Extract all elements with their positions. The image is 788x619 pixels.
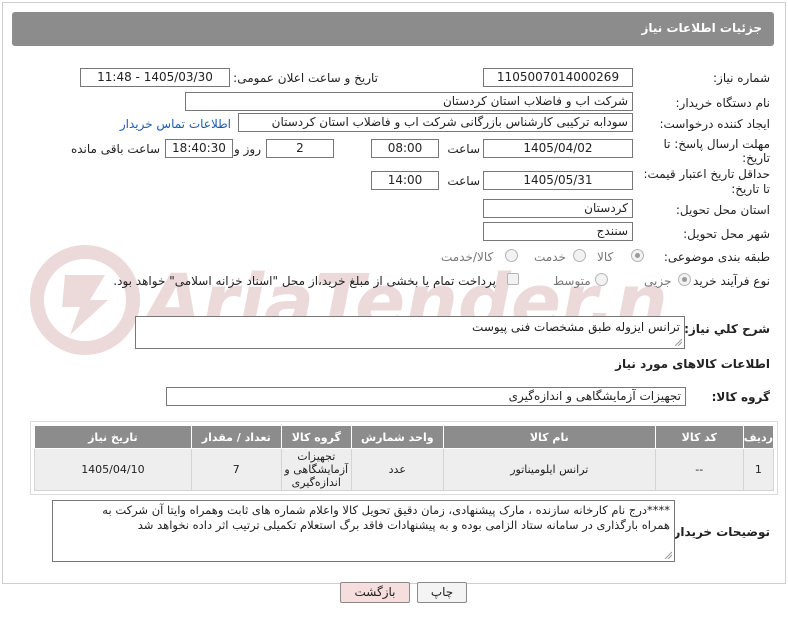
delivery-city-label: شهر محل تحویل:: [683, 227, 770, 241]
table-row[interactable]: 1 -- ترانس ایلومیناتور عدد تجهیزات آزمای…: [34, 448, 775, 491]
buyer-org-label: نام دستگاه خریدار:: [675, 96, 771, 110]
goods-table-header: ردیف کد کالا نام کالا واحد شمارش گروه کا…: [34, 425, 775, 449]
cell-name: ترانس ایلومیناتور: [442, 448, 656, 491]
delivery-city-field: سنندج: [483, 222, 633, 241]
panel-title: جزئیات اطلاعات نیاز: [641, 21, 762, 35]
back-button[interactable]: بازگشت: [340, 582, 410, 603]
col-unit: واحد شمارش: [350, 425, 444, 449]
buyer-contact-link[interactable]: اطلاعات تماس خریدار: [120, 117, 231, 131]
col-date: تاریخ نیاز: [34, 425, 192, 449]
cell-code: --: [654, 448, 744, 491]
reply-deadline-date: 1405/04/02: [483, 139, 633, 158]
delivery-province-label: استان محل تحویل:: [675, 203, 770, 217]
buyer-notes-field: ****درج نام کارخانه سازنده ، مارک پیشنها…: [52, 500, 675, 562]
treasury-payment-note: پرداخت تمام یا بخشی از مبلغ خرید،از محل …: [113, 274, 496, 288]
col-name: نام کالا: [442, 425, 656, 449]
reply-time-label: ساعت: [447, 142, 480, 156]
goods-group-field: تجهیزات آزمایشگاهی و اندازه‌گیری: [166, 387, 686, 406]
cell-row: 1: [742, 448, 775, 491]
cell-group: تجهیزات آزمایشگاهی و اندازه‌گیری: [280, 448, 352, 491]
price-validity-date: 1405/05/31: [483, 171, 633, 190]
purchase-type-label: نوع فرآیند خرید :: [685, 274, 770, 288]
remaining-time-field: 18:40:30: [165, 139, 233, 158]
col-qty: تعداد / مقدار: [190, 425, 282, 449]
cell-group-line2: آزمایشگاهی و: [284, 463, 349, 476]
price-time-label: ساعت: [447, 174, 480, 188]
reply-days-field: 2: [266, 139, 334, 158]
need-number-field: 1105007014000269: [483, 68, 633, 87]
need-number-label: شماره نیاز:: [713, 71, 770, 85]
general-desc-label: شرح کلي نياز:: [684, 322, 770, 336]
purchase-small-label: جزیی: [644, 274, 672, 288]
category-label: طبقه بندی موضوعی:: [663, 250, 770, 264]
cell-unit: عدد: [350, 448, 444, 491]
category-service-radio[interactable]: [573, 249, 586, 262]
requester-label: ایجاد کننده درخواست:: [659, 117, 770, 131]
category-goods-service-label: کالا/خدمت: [441, 250, 494, 264]
announce-datetime-field: 1405/03/30 - 11:48: [80, 68, 230, 87]
category-goods-radio[interactable]: [631, 249, 644, 262]
resize-handle-icon[interactable]: [664, 551, 672, 559]
col-code: کد کالا: [654, 425, 744, 449]
buyer-notes-line1: ****درج نام کارخانه سازنده ، مارک پیشنها…: [102, 503, 670, 517]
category-goods-service-radio[interactable]: [505, 249, 518, 262]
buyer-org-field: شرکت اب و فاضلاب استان کردستان: [185, 92, 633, 111]
price-validity-label: حداقل تاریخ اعتبار قیمت:: [643, 167, 770, 181]
price-validity-time: 14:00: [371, 171, 439, 190]
goods-group-label: گروه کالا:: [711, 390, 770, 404]
goods-table: ردیف کد کالا نام کالا واحد شمارش گروه کا…: [34, 425, 775, 491]
cell-group-line3: اندازه‌گیری: [291, 476, 341, 489]
reply-deadline-time: 08:00: [371, 139, 439, 158]
panel-header: جزئیات اطلاعات نیاز: [12, 12, 774, 46]
announce-datetime-label: تاریخ و ساعت اعلان عمومی:: [233, 71, 378, 85]
price-validity-label-2: تا تاریخ:: [731, 182, 770, 196]
general-desc-field: ترانس ایزوله طبق مشخصات فنی پیوست: [135, 316, 685, 349]
col-group: گروه کالا: [280, 425, 352, 449]
cell-group-line1: تجهیزات: [297, 450, 336, 463]
category-service-label: خدمت: [534, 250, 566, 264]
purchase-small-radio[interactable]: [678, 273, 691, 286]
remaining-time-label: ساعت باقی مانده: [70, 142, 160, 156]
col-row: ردیف: [742, 425, 775, 449]
cell-qty: 7: [190, 448, 282, 491]
purchase-medium-radio[interactable]: [595, 273, 608, 286]
treasury-payment-checkbox[interactable]: [507, 273, 519, 285]
reply-days-label: روز و: [234, 142, 261, 156]
details-panel: [2, 2, 786, 584]
purchase-medium-label: متوسط: [553, 274, 591, 288]
goods-section-title: اطلاعات کالاهای مورد نیاز: [615, 357, 770, 371]
cell-date: 1405/04/10: [34, 448, 192, 491]
requester-field: سودابه ترکیبی کارشناس بازرگانی شرکت اب و…: [238, 113, 633, 132]
reply-deadline-label: مهلت ارسال پاسخ: تا: [663, 137, 770, 151]
delivery-province-field: کردستان: [483, 199, 633, 218]
resize-handle-icon[interactable]: [674, 338, 682, 346]
reply-deadline-label-2: تاریخ:: [742, 151, 770, 165]
category-goods-label: کالا: [597, 250, 614, 264]
buyer-notes-label: توضیحات خریدار:: [668, 525, 770, 539]
buyer-notes-line2: همراه بارگذاری در سامانه ستاد الزامی بود…: [137, 518, 670, 532]
print-button[interactable]: چاپ: [417, 582, 467, 603]
general-desc-text: ترانس ایزوله طبق مشخصات فنی پیوست: [472, 320, 680, 334]
